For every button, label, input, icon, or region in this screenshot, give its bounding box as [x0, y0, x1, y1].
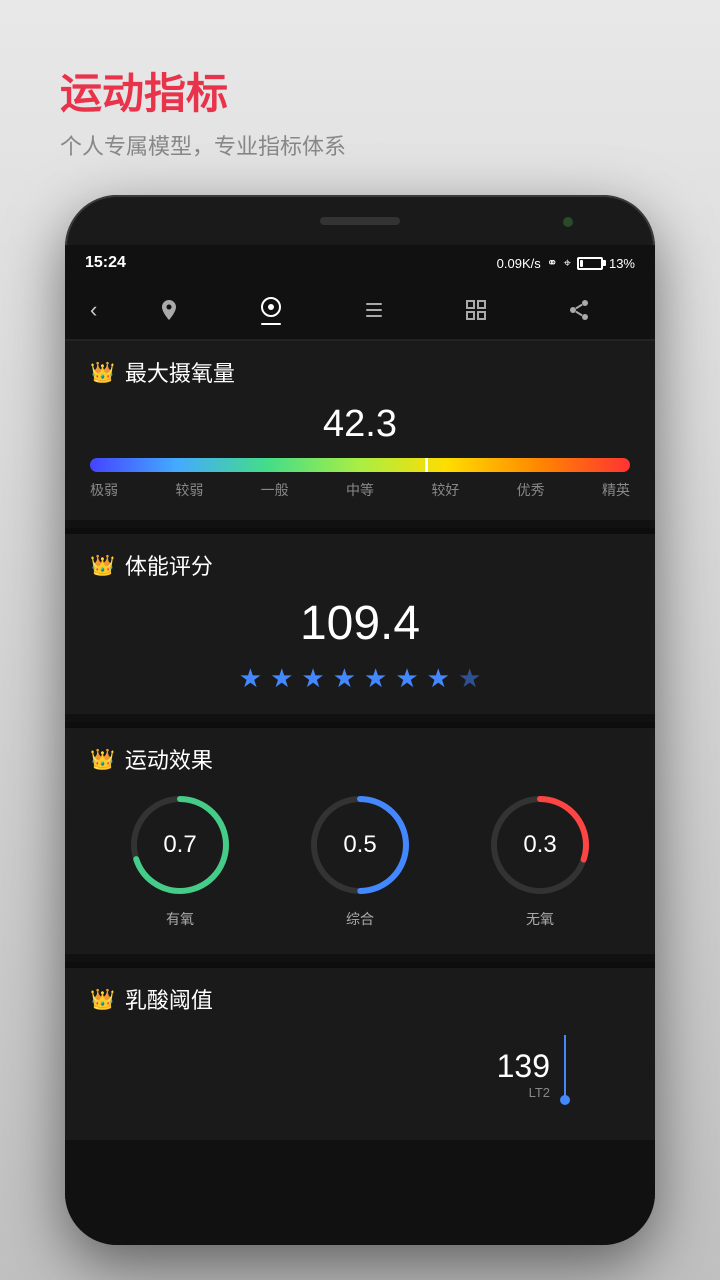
crown-icon-fitness: 👑 [90, 553, 115, 578]
label-jingying: 精英 [602, 480, 630, 500]
lactate-chart: 139 LT2 [90, 1030, 630, 1120]
nav-bar: ‹ [65, 281, 655, 341]
anaerobic-label: 无氧 [526, 909, 554, 929]
stars-row: ★ ★ ★ ★ ★ ★ ★ ★ [90, 663, 630, 694]
vo2-value: 42.3 [90, 403, 630, 446]
label-yiban: 一般 [261, 480, 289, 500]
comprehensive-label: 综合 [346, 909, 374, 929]
fitness-score: 109.4 [90, 596, 630, 651]
bluetooth-icon: ⚭ [547, 255, 558, 271]
comprehensive-container: 0.5 综合 [305, 790, 415, 929]
anaerobic-text: 0.3 [523, 831, 556, 859]
star-5: ★ [364, 663, 387, 694]
fitness-header: 👑 体能评分 [90, 549, 630, 581]
crown-icon-vo2: 👑 [90, 360, 115, 385]
battery-percent: 13% [609, 256, 635, 271]
star-7: ★ [427, 663, 450, 694]
aerobic-container: 0.7 有氧 [125, 790, 235, 929]
vo2-labels: 极弱 较弱 一般 中等 较好 优秀 精英 [90, 480, 630, 500]
phone-camera [561, 215, 575, 229]
status-right: 0.09K/s ⚭ ⌖ 13% [497, 255, 635, 271]
star-2: ★ [270, 663, 293, 694]
comprehensive-text: 0.5 [343, 831, 376, 859]
vo2-indicator [425, 458, 428, 472]
page-title: 运动指标 [60, 60, 346, 121]
lactate-value: 139 [497, 1048, 550, 1085]
nav-icon-scan[interactable] [464, 298, 488, 322]
label-jiruo: 极弱 [90, 480, 118, 500]
nav-icon-list[interactable] [362, 298, 386, 322]
wifi-icon: ⌖ [564, 255, 571, 271]
crown-icon-effect: 👑 [90, 747, 115, 772]
lactate-section: 👑 乳酸阈值 139 LT2 [65, 968, 655, 1140]
network-speed: 0.09K/s [497, 256, 541, 271]
background: 运动指标 个人专属模型，专业指标体系 15:24 0.09K/s ⚭ ⌖ 13%… [0, 0, 720, 1280]
status-bar: 15:24 0.09K/s ⚭ ⌖ 13% [65, 245, 655, 281]
comprehensive-circle: 0.5 [305, 790, 415, 900]
effect-section: 👑 运动效果 0.7 [65, 728, 655, 954]
lactate-value-container: 139 LT2 [497, 1048, 550, 1100]
anaerobic-container: 0.3 无氧 [485, 790, 595, 929]
star-1: ★ [239, 663, 262, 694]
back-button[interactable]: ‹ [80, 297, 107, 323]
vo2-header: 👑 最大摄氧量 [90, 356, 630, 388]
nav-icon-share[interactable] [567, 298, 591, 322]
aerobic-circle: 0.7 [125, 790, 235, 900]
rainbow-bar [90, 458, 630, 472]
star-3: ★ [301, 663, 324, 694]
effect-circles: 0.7 有氧 0.5 [90, 790, 630, 929]
page-header: 运动指标 个人专属模型，专业指标体系 [60, 60, 346, 161]
fitness-section: 👑 体能评分 109.4 ★ ★ ★ ★ ★ ★ ★ ★ [65, 534, 655, 714]
page-subtitle: 个人专属模型，专业指标体系 [60, 129, 346, 161]
nav-icons [107, 295, 640, 325]
phone-content: 👑 最大摄氧量 42.3 极弱 较弱 一般 中等 较好 优秀 精英 [65, 341, 655, 1245]
label-zhongdeng: 中等 [346, 480, 374, 500]
star-8: ★ [458, 663, 481, 694]
lactate-header: 👑 乳酸阈值 [90, 983, 630, 1015]
aerobic-value: 0.7 [163, 831, 196, 859]
crown-icon-lactate: 👑 [90, 987, 115, 1012]
vo2-title: 最大摄氧量 [125, 356, 235, 388]
label-jiaohao: 较好 [431, 480, 459, 500]
nav-icon-map[interactable] [157, 298, 181, 322]
effect-header: 👑 运动效果 [90, 743, 630, 775]
phone-frame: 15:24 0.09K/s ⚭ ⌖ 13% ‹ [65, 195, 655, 1245]
effect-title: 运动效果 [125, 743, 213, 775]
lactate-label: LT2 [497, 1085, 550, 1100]
battery-icon [577, 257, 603, 270]
vo2-section: 👑 最大摄氧量 42.3 极弱 较弱 一般 中等 较好 优秀 精英 [65, 341, 655, 520]
label-jiaoruo: 较弱 [175, 480, 203, 500]
star-6: ★ [395, 663, 418, 694]
label-youxiu: 优秀 [517, 480, 545, 500]
fitness-title: 体能评分 [125, 549, 213, 581]
nav-icon-target[interactable] [259, 295, 283, 325]
status-time: 15:24 [85, 254, 126, 272]
aerobic-text: 0.7 [163, 831, 196, 859]
lactate-title: 乳酸阈值 [125, 983, 213, 1015]
aerobic-label: 有氧 [166, 909, 194, 929]
comprehensive-value: 0.5 [343, 831, 376, 859]
phone-speaker [320, 217, 400, 225]
star-4: ★ [333, 663, 356, 694]
anaerobic-circle: 0.3 [485, 790, 595, 900]
anaerobic-value: 0.3 [523, 831, 556, 859]
